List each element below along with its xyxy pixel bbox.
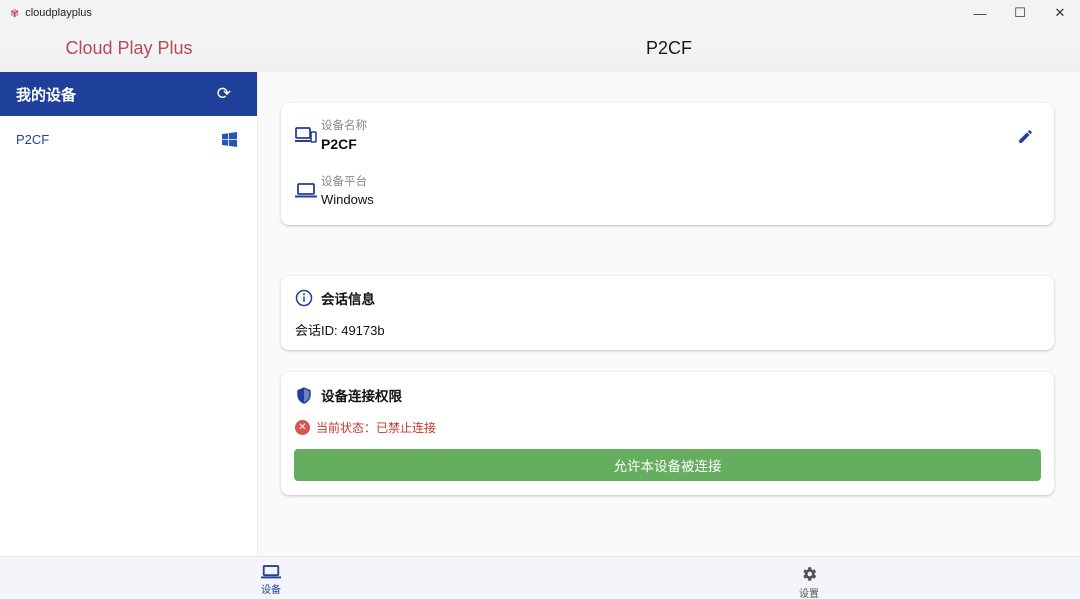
nav-devices-label: 设备 bbox=[261, 585, 281, 596]
nav-settings-label: 设置 bbox=[799, 589, 819, 599]
session-id-text: 会话ID: 49173b bbox=[295, 323, 385, 338]
window-controls: — ☐ ✕ bbox=[960, 0, 1080, 26]
connection-permission-card: 设备连接权限 ✕ 当前状态：已禁止连接 允许本设备被连接 bbox=[281, 372, 1054, 495]
device-platform-value: Windows bbox=[321, 192, 374, 207]
sidebar-title: 我的设备 bbox=[16, 86, 77, 104]
permission-header: 设备连接权限 bbox=[295, 385, 402, 405]
devices-icon bbox=[295, 127, 317, 143]
nav-tab-settings[interactable]: 设置 bbox=[769, 565, 849, 599]
app-icon: ✾ bbox=[10, 7, 20, 20]
maximize-button[interactable]: ☐ bbox=[1000, 0, 1040, 26]
gear-icon bbox=[803, 567, 817, 581]
permission-status-text: 当前状态：已禁止连接 bbox=[316, 421, 437, 435]
sidebar-header: 我的设备 ⟳ bbox=[0, 72, 257, 116]
permission-status: ✕ 当前状态：已禁止连接 bbox=[295, 419, 436, 436]
device-name-label-text: 设备名称 bbox=[321, 120, 367, 132]
device-name-row: 设备名称 P2CF bbox=[295, 117, 367, 152]
brand-title: Cloud Play Plus bbox=[65, 38, 193, 58]
window-titlebar: ✾ cloudplayplus — ☐ ✕ bbox=[0, 0, 1080, 26]
session-info-header: 会话信息 bbox=[295, 288, 375, 308]
app-header: Cloud Play Plus P2CF bbox=[0, 26, 1080, 72]
session-info-card: 会话信息 会话ID: 49173b bbox=[281, 276, 1054, 350]
refresh-icon[interactable]: ⟳ bbox=[217, 84, 231, 104]
sidebar-item-device[interactable]: P2CF bbox=[0, 116, 257, 162]
laptop-icon bbox=[261, 565, 281, 579]
laptop-icon bbox=[295, 183, 317, 198]
edit-icon[interactable] bbox=[1017, 128, 1034, 150]
nav-tab-devices[interactable]: 设备 bbox=[231, 565, 311, 596]
info-icon bbox=[295, 289, 313, 307]
window-title: cloudplayplus bbox=[25, 7, 92, 19]
device-info-card: 设备名称 P2CF 设备平台 Windows bbox=[281, 103, 1054, 225]
device-name-value: P2CF bbox=[321, 136, 357, 152]
error-icon: ✕ bbox=[295, 420, 310, 435]
allow-connection-button[interactable]: 允许本设备被连接 bbox=[294, 449, 1041, 481]
page-title: P2CF bbox=[645, 38, 692, 58]
device-platform-label: 设备平台 bbox=[321, 176, 367, 188]
shield-icon bbox=[297, 386, 311, 404]
minimize-button[interactable]: — bbox=[960, 0, 1000, 26]
permission-title: 设备连接权限 bbox=[321, 389, 402, 404]
close-button[interactable]: ✕ bbox=[1040, 0, 1080, 26]
windows-icon bbox=[222, 131, 237, 147]
device-platform-row: 设备平台 Windows bbox=[295, 173, 374, 207]
session-info-title: 会话信息 bbox=[321, 292, 375, 307]
bottom-nav: 设备 设置 bbox=[0, 556, 1080, 599]
device-name-label: P2CF bbox=[16, 131, 50, 147]
sidebar: 我的设备 ⟳ P2CF bbox=[0, 72, 258, 556]
